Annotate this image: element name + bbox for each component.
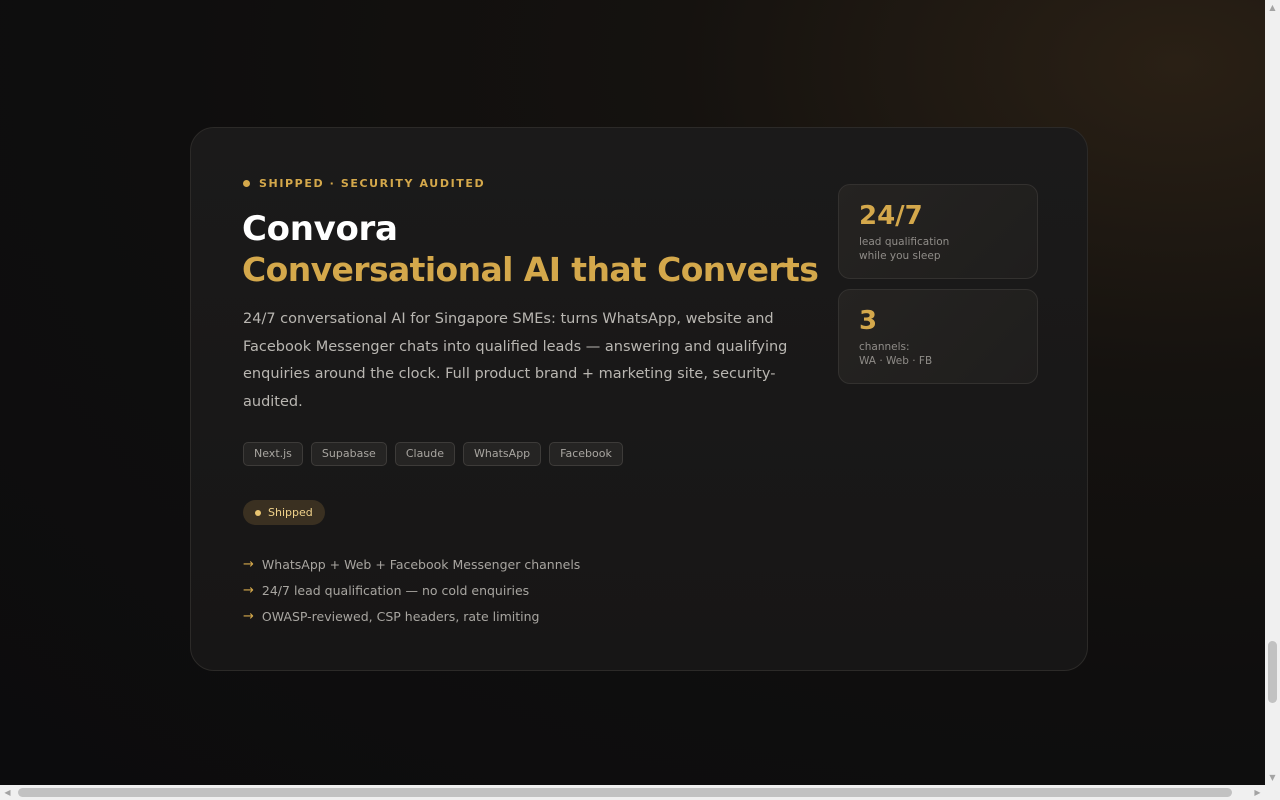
scroll-down-arrow-icon[interactable]: ▼	[1265, 770, 1280, 785]
status-label: Shipped	[268, 506, 313, 519]
tech-tag-supabase: Supabase	[310, 442, 387, 466]
stat-caption: channels: WA · Web · FB	[859, 340, 1017, 368]
stat-caption-line: channels:	[859, 341, 910, 353]
feature-item: → OWASP-reviewed, CSP headers, rate limi…	[243, 603, 580, 629]
tech-tag-claude: Claude	[394, 442, 456, 466]
arrow-right-icon: →	[243, 608, 254, 624]
vertical-scrollbar[interactable]: ▲ ▼	[1265, 0, 1280, 785]
eyebrow-label: SHIPPED · SECURITY AUDITED	[259, 177, 486, 190]
stat-value: 3	[859, 306, 878, 336]
feature-item: → WhatsApp + Web + Facebook Messenger ch…	[243, 551, 580, 577]
stat-card-availability: 24/7 lead qualification while you sleep	[838, 184, 1038, 279]
project-description: 24/7 conversational AI for Singapore SME…	[243, 311, 788, 410]
stat-caption-line: lead qualification	[859, 236, 950, 248]
horizontal-scrollbar-thumb[interactable]	[18, 788, 1232, 797]
scroll-left-arrow-icon[interactable]: ◀	[0, 785, 15, 800]
tech-tag-list: Next.js Supabase Claude WhatsApp Faceboo…	[243, 442, 623, 466]
feature-list: → WhatsApp + Web + Facebook Messenger ch…	[243, 551, 580, 629]
project-subtitle: Conversational AI that Converts	[242, 250, 819, 289]
stat-caption: lead qualification while you sleep	[859, 235, 1017, 263]
scroll-right-arrow-icon[interactable]: ▶	[1250, 785, 1265, 800]
feature-text: WhatsApp + Web + Facebook Messenger chan…	[261, 556, 581, 572]
eyebrow-dot-icon	[243, 180, 250, 187]
status-dot-icon	[255, 509, 261, 516]
project-card: SHIPPED · SECURITY AUDITED Convora Conve…	[190, 127, 1088, 671]
stat-card-channels: 3 channels: WA · Web · FB	[838, 289, 1038, 384]
tech-tag-facebook: Facebook	[549, 442, 623, 466]
arrow-right-icon: →	[243, 582, 254, 598]
tech-tag-whatsapp: WhatsApp	[463, 442, 542, 466]
scroll-up-arrow-icon[interactable]: ▲	[1265, 0, 1280, 15]
vertical-scrollbar-thumb[interactable]	[1268, 641, 1277, 703]
feature-text: 24/7 lead qualification — no cold enquir…	[261, 582, 530, 598]
tech-tag-nextjs: Next.js	[243, 442, 303, 466]
project-eyebrow: SHIPPED · SECURITY AUDITED	[243, 177, 485, 190]
page-viewport: SHIPPED · SECURITY AUDITED Convora Conve…	[0, 0, 1265, 785]
stat-caption-line: while you sleep	[859, 250, 941, 262]
arrow-right-icon: →	[243, 556, 254, 572]
feature-item: → 24/7 lead qualification — no cold enqu…	[243, 577, 580, 603]
feature-text: OWASP-reviewed, CSP headers, rate limiti…	[261, 608, 540, 624]
status-badge: Shipped	[243, 500, 325, 525]
horizontal-scrollbar[interactable]: ◀ ▶	[0, 785, 1265, 800]
project-title: Convora	[242, 209, 398, 249]
stat-caption-line: WA · Web · FB	[859, 355, 933, 367]
scrollbar-corner	[1265, 785, 1280, 800]
stat-value: 24/7	[859, 201, 923, 231]
